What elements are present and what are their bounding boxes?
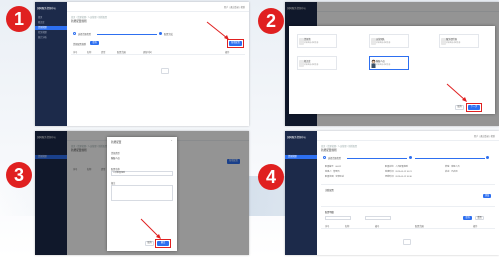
- resource-type-dialog: 资源池 资源类别说明信息 运营团队 资源类别说明信息 服务提供商 资源类别说明信…: [289, 26, 495, 114]
- reset-button[interactable]: 重置: [475, 216, 484, 220]
- resource-card[interactable]: 知识库 资源类别说明信息: [297, 56, 337, 70]
- info-value: 类型：客服人员: [445, 166, 460, 168]
- info-value: 配置编号：00012: [325, 166, 342, 168]
- sidebar-item[interactable]: 任务管理: [38, 31, 60, 35]
- step-label: 选择资源类型: [78, 34, 92, 36]
- section-divider: [321, 184, 495, 185]
- card-subtitle: 资源类别说明信息: [376, 42, 391, 44]
- pointer-arrow: [206, 21, 229, 40]
- sidebar-item-active[interactable]: 资源管理: [285, 155, 317, 159]
- info-value: 更新时间：2023-05-12 10:30: [385, 176, 412, 178]
- sidebar: 国网服务资源中心 资源管理: [285, 131, 317, 255]
- section-title: 关联配置: [325, 190, 334, 192]
- card-subtitle: 资源类别说明信息: [304, 64, 319, 66]
- step-label: 配置完成: [164, 34, 173, 36]
- card-subtitle: 资源类别说明信息: [304, 42, 319, 44]
- step-number-badge: 1: [6, 6, 32, 32]
- empty-state-icon: [161, 68, 169, 74]
- pointer-arrow: [446, 83, 467, 102]
- search-input[interactable]: [325, 216, 351, 220]
- dialog-title: 新增配置: [111, 141, 122, 144]
- sidebar-brand: 国网服务资源中心: [37, 7, 57, 10]
- cancel-button[interactable]: 取消: [455, 105, 464, 110]
- step-number-badge: 4: [258, 164, 284, 190]
- sidebar-brand: 国网服务资源中心: [287, 136, 307, 139]
- resource-card[interactable]: 服务提供商 资源类别说明信息: [439, 34, 479, 48]
- step-progress-line: [347, 158, 407, 159]
- step-progress-line: [415, 158, 485, 159]
- info-value: 配置名称：人员配置规则: [385, 166, 408, 168]
- step-number: 2: [266, 11, 276, 31]
- step-number: 3: [14, 165, 24, 185]
- close-icon[interactable]: ×: [171, 140, 172, 142]
- screenshot-step-1: 国网服务资源中心 首页 知识库 资源管理 任务管理 统计分析 用户 | 退出登录…: [35, 2, 249, 126]
- empty-state-icon: [403, 239, 411, 245]
- screenshot-step-2: 国网服务资源中心 资源池 资源类别说明信息 运营团队 资源类别说明信息 服务提供…: [285, 2, 499, 126]
- info-value: 状态：已启用: [445, 171, 458, 173]
- pointer-arrow: [140, 218, 161, 239]
- topbar: 用户 | 退出登录 | 帮助: [317, 131, 499, 141]
- page-title: 新增配置规则: [71, 20, 87, 23]
- table-divider: [321, 228, 495, 229]
- info-value: 配置范围：全部区域: [325, 176, 344, 178]
- highlight-box: [466, 103, 482, 112]
- info-value: 创建时间：2023-05-12 10:21: [385, 171, 412, 173]
- screenshot-step-4: 国网服务资源中心 资源管理 用户 | 退出登录 | 帮助 首页 / 资源管理 /…: [285, 131, 499, 255]
- resource-card-selected[interactable]: 客服人员 资源类别说明信息: [369, 56, 409, 70]
- add-button[interactable]: 添加: [483, 194, 491, 198]
- step-number-badge: 2: [258, 8, 284, 34]
- sidebar: 国网服务资源中心 首页 知识库 资源管理 任务管理 统计分析: [35, 2, 67, 126]
- search-button[interactable]: 查询: [90, 41, 99, 45]
- card-subtitle: 资源类别说明信息: [376, 64, 391, 66]
- sidebar-item[interactable]: 知识库: [38, 21, 60, 25]
- filter-select[interactable]: [365, 216, 391, 220]
- table-divider: [71, 54, 245, 55]
- page-title: 新增配置规则: [321, 149, 337, 152]
- step-progress-line: [97, 34, 157, 35]
- sidebar-item-active[interactable]: 资源管理: [35, 26, 67, 30]
- step-radio-icon[interactable]: [159, 32, 162, 35]
- step-label: 选择资源类型: [328, 158, 342, 160]
- screenshot-step-3: 国网服务资源中心 资源管理 首页 / 资源管理 / 人员管理 / 新增配置 新增…: [35, 131, 249, 255]
- section-title: 配置明细: [325, 212, 334, 214]
- field-label: 资源类型: [111, 153, 120, 155]
- remark-textarea[interactable]: [111, 185, 173, 201]
- filter-label: 资源配置规则: [73, 44, 87, 46]
- step-radio-icon[interactable]: [486, 156, 489, 159]
- section-divider: [321, 206, 495, 207]
- step-radio-icon[interactable]: [409, 156, 412, 159]
- sidebar-item[interactable]: 统计分析: [38, 36, 60, 40]
- step-number: 1: [14, 9, 24, 29]
- step-number: 4: [266, 167, 276, 187]
- step-radio-icon[interactable]: [323, 156, 326, 159]
- step-radio-icon[interactable]: [73, 32, 76, 35]
- card-subtitle: 资源类别说明信息: [446, 42, 461, 44]
- search-button[interactable]: 查询: [463, 216, 472, 220]
- topbar-user-menu[interactable]: 用户 | 退出登录 | 帮助: [224, 5, 245, 9]
- config-name-input[interactable]: 人员配置规则: [111, 171, 173, 176]
- cancel-button[interactable]: 取消: [145, 241, 154, 246]
- resource-card[interactable]: 运营团队 资源类别说明信息: [369, 34, 409, 48]
- field-value: 客服人员: [111, 158, 120, 160]
- topbar: 用户 | 退出登录 | 帮助: [67, 2, 249, 12]
- topbar-user-menu[interactable]: 用户 | 退出登录 | 帮助: [474, 134, 495, 138]
- sidebar-item[interactable]: 首页: [38, 16, 60, 20]
- info-value: 创建人：管理员: [325, 171, 340, 173]
- step-number-badge: 3: [6, 162, 32, 188]
- resource-card[interactable]: 资源池 资源类别说明信息: [297, 34, 337, 48]
